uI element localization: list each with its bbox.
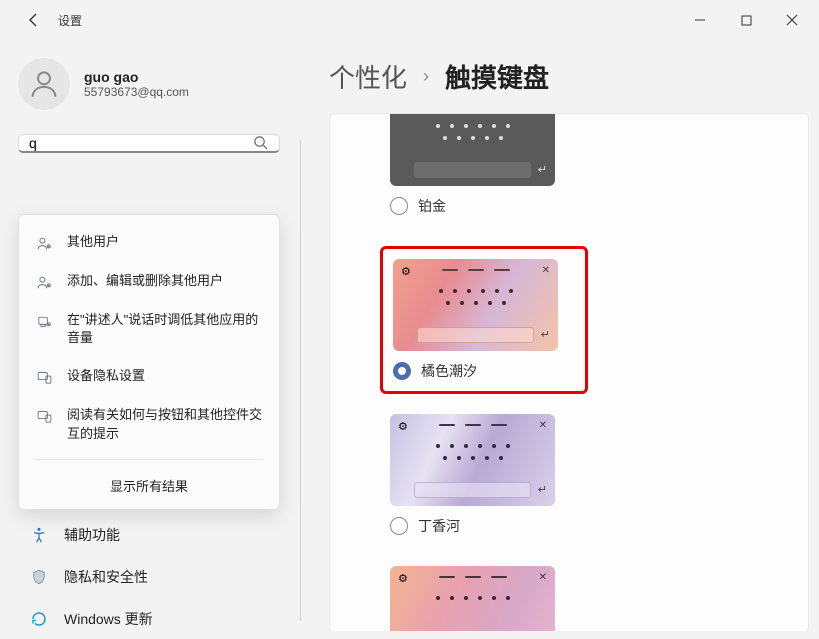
- nav-item-privacy[interactable]: 隐私和安全性: [18, 557, 284, 597]
- shield-icon: [30, 568, 48, 586]
- search-result-other-users[interactable]: 其他用户: [19, 223, 279, 262]
- theme-label: 丁香河: [418, 516, 460, 536]
- nav-item-accessibility[interactable]: 辅助功能: [18, 515, 284, 555]
- search-result-label: 设备隐私设置: [67, 367, 145, 385]
- devices-icon: [35, 368, 53, 386]
- close-icon: ✕: [539, 572, 547, 583]
- search-result-narrator-volume[interactable]: 在"讲述人"说话时调低其他应用的音量: [19, 301, 279, 357]
- enter-icon: ↵: [538, 483, 547, 496]
- breadcrumb-parent[interactable]: 个性化: [329, 58, 407, 95]
- menu-icon: ⚙: [398, 420, 408, 433]
- user-block[interactable]: guo gao 55793673@qq.com: [18, 58, 284, 110]
- search-result-label: 阅读有关如何与按钮和其他控件交互的提示: [67, 406, 263, 442]
- enter-icon: ↵: [538, 163, 547, 176]
- nav-label: 辅助功能: [64, 525, 120, 545]
- user-email: 55793673@qq.com: [84, 85, 189, 99]
- maximize-button[interactable]: [723, 2, 769, 38]
- theme-option-next[interactable]: ⚙ ✕: [390, 566, 808, 631]
- close-button[interactable]: [769, 2, 815, 38]
- show-all-results[interactable]: 显示所有结果: [19, 466, 279, 501]
- close-icon: ✕: [542, 265, 550, 276]
- nav-label: Windows 更新: [64, 609, 153, 629]
- search-box[interactable]: [18, 134, 280, 153]
- theme-label: 铂金: [418, 196, 446, 216]
- titlebar: 设置: [0, 0, 819, 40]
- theme-option-platinum[interactable]: ✕ ↵ 铂金: [390, 113, 808, 216]
- back-button[interactable]: [22, 8, 46, 32]
- narrator-icon: [35, 312, 53, 330]
- radio-lilac[interactable]: [390, 517, 408, 535]
- theme-label: 橘色潮汐: [421, 361, 477, 381]
- search-icon: [253, 135, 269, 151]
- theme-selected-highlight: ⚙ ✕ ↵ 橘色潮汐: [380, 246, 588, 394]
- search-result-label: 添加、编辑或删除其他用户: [67, 272, 223, 290]
- theme-option-lilac[interactable]: ⚙ ✕ ↵ 丁香河: [390, 414, 808, 536]
- menu-icon: ⚙: [398, 572, 408, 585]
- search-results-dropdown: 其他用户 添加、编辑或删除其他用户 在"讲述人"说话时调低其他应用的音量 设备隐…: [18, 214, 280, 510]
- sidebar: guo gao 55793673@qq.com 其他用户 添加、编辑或删除其他用…: [0, 40, 300, 631]
- search-input[interactable]: [29, 135, 253, 151]
- breadcrumb: 个性化 › 触摸键盘: [329, 58, 809, 95]
- main-content: 个性化 › 触摸键盘 ✕ ↵ 铂金: [301, 40, 819, 631]
- user-name: guo gao: [84, 69, 189, 85]
- search-result-control-tips[interactable]: 阅读有关如何与按钮和其他控件交互的提示: [19, 396, 279, 452]
- update-icon: [30, 610, 48, 628]
- window-title: 设置: [58, 12, 82, 29]
- accessibility-icon: [30, 526, 48, 544]
- enter-icon: ↵: [541, 328, 550, 341]
- chevron-right-icon: ›: [423, 66, 429, 87]
- search-result-device-privacy[interactable]: 设备隐私设置: [19, 357, 279, 396]
- keyboard-preview: ✕ ↵: [390, 113, 555, 186]
- users-icon: [35, 234, 53, 252]
- nav-label: 隐私和安全性: [64, 567, 148, 587]
- search-result-label: 其他用户: [67, 233, 119, 251]
- dropdown-separator: [35, 459, 263, 460]
- keyboard-preview: ⚙ ✕ ↵: [393, 259, 558, 351]
- users-plus-icon: [35, 273, 53, 291]
- radio-tangerine[interactable]: [393, 362, 411, 380]
- theme-panel: ✕ ↵ 铂金 ⚙: [329, 113, 809, 631]
- nav-item-windows-update[interactable]: Windows 更新: [18, 599, 284, 639]
- radio-platinum[interactable]: [390, 197, 408, 215]
- keyboard-preview: ⚙ ✕: [390, 566, 555, 631]
- close-icon: ✕: [539, 420, 547, 431]
- menu-icon: ⚙: [401, 265, 411, 278]
- search-result-label: 在"讲述人"说话时调低其他应用的音量: [67, 311, 263, 347]
- devices-icon: [35, 407, 53, 425]
- minimize-button[interactable]: [677, 2, 723, 38]
- avatar: [18, 58, 70, 110]
- search-result-add-edit-users[interactable]: 添加、编辑或删除其他用户: [19, 262, 279, 301]
- keyboard-preview: ⚙ ✕ ↵: [390, 414, 555, 506]
- theme-option-tangerine[interactable]: ⚙ ✕ ↵ 橘色潮汐: [393, 259, 569, 381]
- page-title: 触摸键盘: [445, 58, 549, 95]
